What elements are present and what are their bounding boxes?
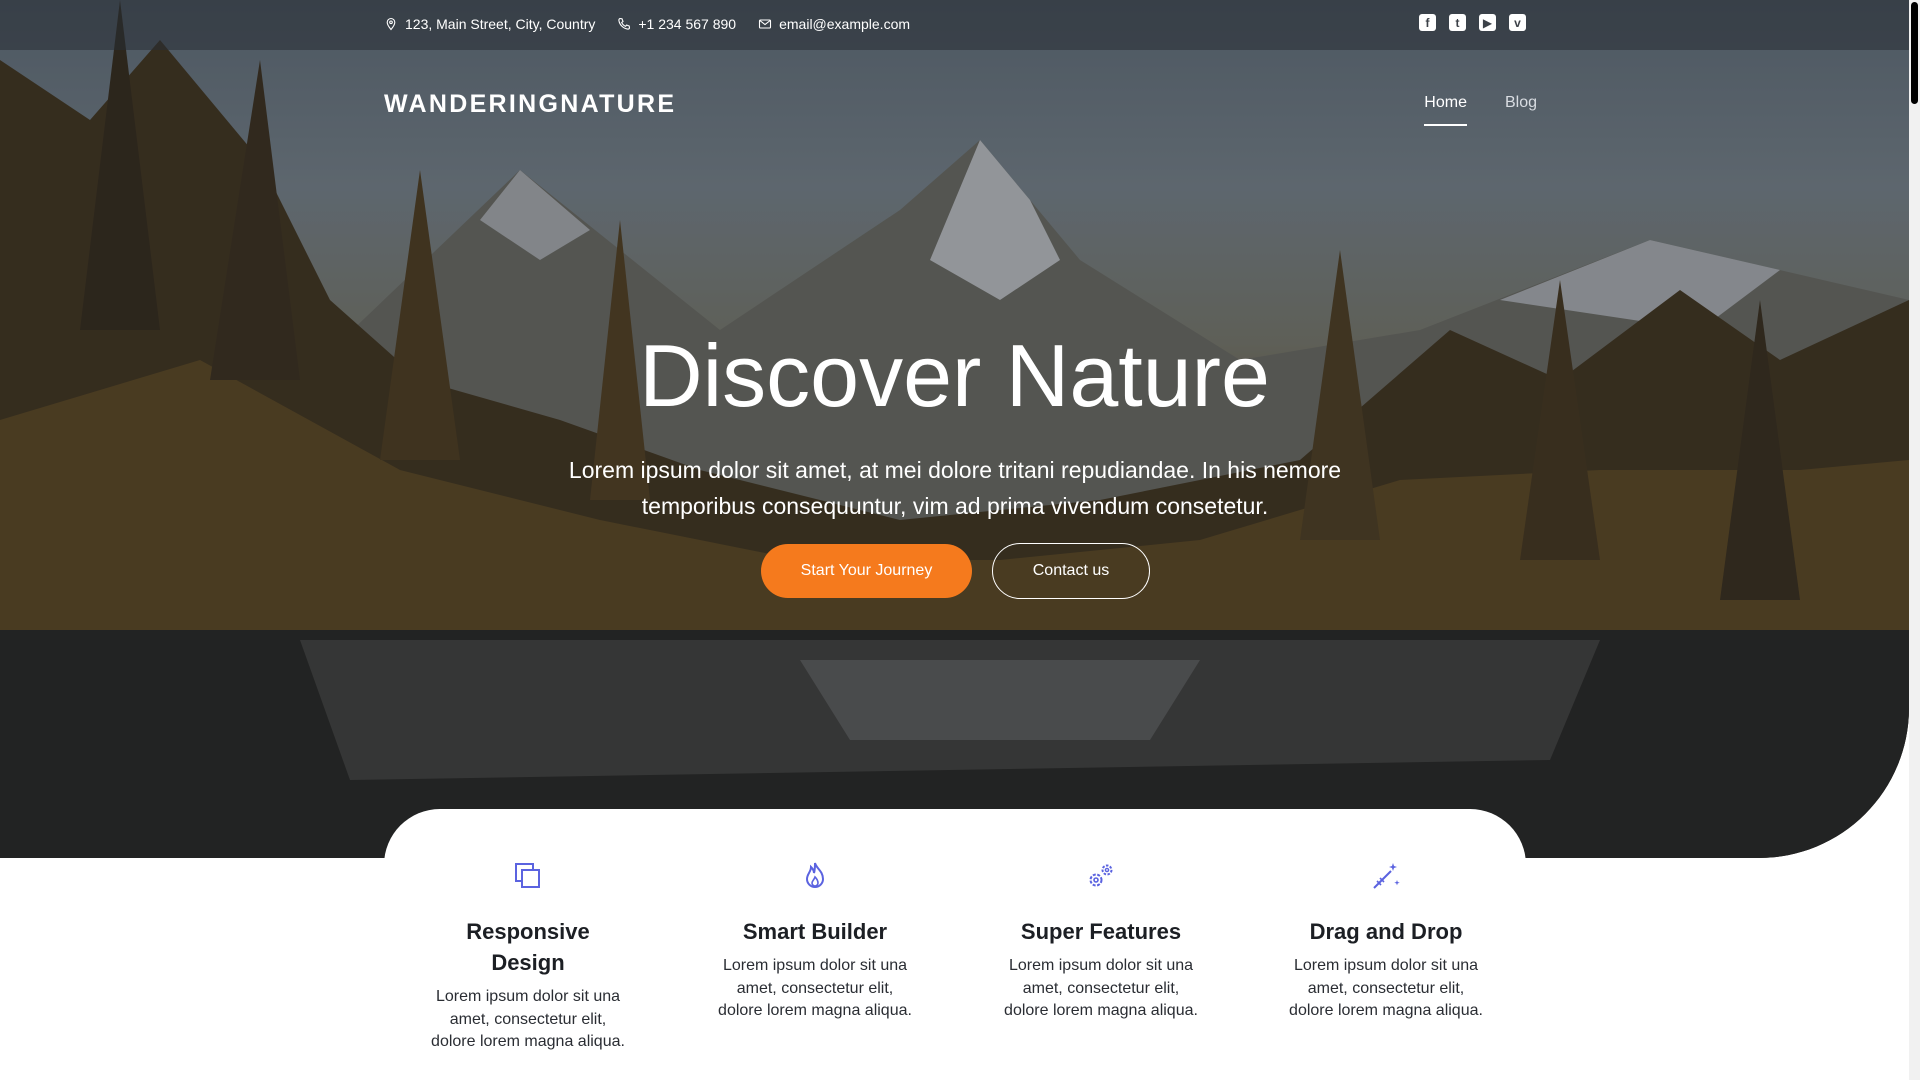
feature-card-responsive: Responsive Design Lorem ipsum dolor sit …	[403, 809, 653, 1054]
feature-text: Lorem ipsum dolor sit una amet, consecte…	[431, 988, 625, 1050]
feature-card-smart-builder: Smart Builder Lorem ipsum dolor sit una …	[690, 809, 940, 1023]
feature-card-super-features: Super Features Lorem ipsum dolor sit una…	[976, 809, 1226, 1023]
map-pin-icon	[386, 17, 396, 31]
feature-title: Responsive Design	[466, 919, 590, 975]
mail-icon	[759, 19, 772, 29]
layers-icon	[515, 863, 540, 888]
address-text: 123, Main Street, City, Country	[405, 16, 596, 32]
social-links: f t ▶ v	[1419, 14, 1526, 31]
phone-icon	[618, 17, 631, 30]
hero-subtitle: Lorem ipsum dolor sit amet, at mei dolor…	[568, 457, 1342, 519]
feature-title: Smart Builder	[742, 919, 888, 944]
twitter-icon[interactable]: t	[1449, 14, 1466, 31]
email-item[interactable]: email@example.com	[758, 16, 910, 32]
vimeo-icon[interactable]: v	[1509, 14, 1526, 31]
feature-card-drag-drop: Drag and Drop Lorem ipsum dolor sit una …	[1261, 809, 1511, 1023]
site-logo[interactable]: WANDERINGNATURE	[384, 90, 676, 119]
top-bar: 123, Main Street, City, Country +1 234 5…	[0, 0, 1909, 50]
feature-text: Lorem ipsum dolor sit una amet, consecte…	[1289, 957, 1483, 1019]
hero-title: Discover Nature	[639, 326, 1270, 425]
feature-title: Drag and Drop	[1309, 919, 1463, 944]
address-item: 123, Main Street, City, Country	[384, 16, 595, 32]
features-section: Responsive Design Lorem ipsum dolor sit …	[384, 809, 1526, 1080]
facebook-icon[interactable]: f	[1419, 14, 1436, 31]
contact-info: 123, Main Street, City, Country +1 234 5…	[384, 16, 910, 32]
main-nav: Home Blog	[1424, 94, 1537, 126]
start-journey-button[interactable]: Start Your Journey	[761, 544, 972, 598]
nav-item-home[interactable]: Home	[1424, 94, 1467, 126]
phone-text: +1 234 567 890	[638, 16, 737, 32]
feature-title: Super Features	[1020, 919, 1182, 944]
page-scrollbar[interactable]	[1909, 0, 1920, 1080]
hero-overlay	[0, 0, 1909, 858]
flame-icon	[805, 862, 825, 888]
feature-text: Lorem ipsum dolor sit una amet, consecte…	[1004, 957, 1198, 1019]
youtube-icon[interactable]: ▶	[1479, 14, 1496, 31]
nav-item-blog[interactable]: Blog	[1505, 94, 1537, 126]
feature-text: Lorem ipsum dolor sit una amet, consecte…	[718, 957, 912, 1019]
email-text: email@example.com	[779, 16, 911, 32]
magic-wand-icon	[1373, 863, 1400, 889]
contact-us-button[interactable]: Contact us	[992, 543, 1150, 599]
hero-background	[0, 0, 1909, 858]
phone-item[interactable]: +1 234 567 890	[617, 16, 736, 32]
scrollbar-thumb[interactable]	[1911, 2, 1918, 104]
gears-icon	[1089, 864, 1113, 887]
